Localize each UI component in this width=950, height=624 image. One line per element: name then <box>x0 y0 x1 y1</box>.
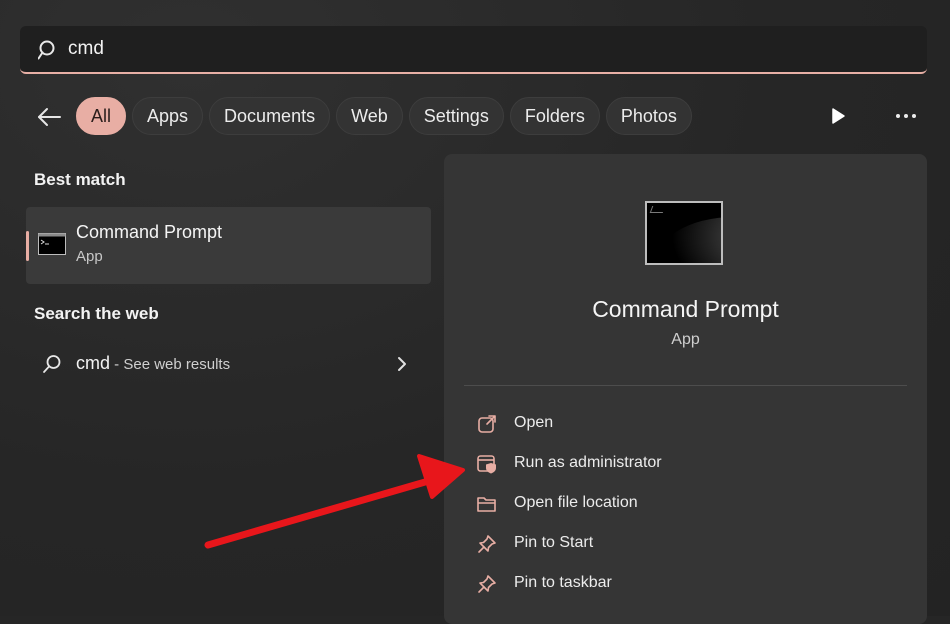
filter-web[interactable]: Web <box>336 97 403 135</box>
command-prompt-icon <box>38 233 66 255</box>
web-result-text: cmd - See web results <box>76 353 230 374</box>
best-match-heading: Best match <box>34 170 126 189</box>
pin-icon <box>478 575 496 593</box>
best-match-type: App <box>76 248 103 265</box>
icon-prompt <box>649 206 666 213</box>
open-external-icon <box>478 415 496 433</box>
filter-folders[interactable]: Folders <box>509 97 600 135</box>
details-app-type: App <box>671 331 700 348</box>
action-pin-to-start-label: Pin to Start <box>514 534 594 551</box>
back-arrow-icon[interactable] <box>36 104 62 130</box>
icon-glow <box>653 217 721 263</box>
folder-icon <box>477 497 496 512</box>
filter-apps[interactable]: Apps <box>132 97 204 135</box>
pin-icon <box>478 535 496 553</box>
more-icon[interactable] <box>892 108 920 124</box>
command-prompt-large-icon <box>645 201 723 265</box>
action-run-as-admin[interactable]: Run as administrator <box>476 449 896 479</box>
web-result-item[interactable]: cmd - See web results <box>26 342 431 386</box>
best-match-name: Command Prompt <box>76 222 223 242</box>
play-icon[interactable] <box>828 106 848 126</box>
filter-photos[interactable]: Photos <box>605 97 692 135</box>
action-run-as-admin-label: Run as administrator <box>514 454 662 471</box>
action-pin-to-taskbar-label: Pin to taskbar <box>514 574 612 591</box>
search-icon <box>43 355 61 373</box>
search-input[interactable] <box>68 36 868 62</box>
search-web-heading: Search the web <box>34 304 159 323</box>
best-match-item[interactable]: Command Prompt App <box>26 207 431 284</box>
filter-settings[interactable]: Settings <box>408 97 504 135</box>
details-app-name: Command Prompt <box>592 296 779 322</box>
filter-documents[interactable]: Documents <box>209 97 331 135</box>
action-open-label: Open <box>514 414 554 431</box>
action-pin-to-start[interactable]: Pin to Start <box>476 529 896 559</box>
filter-all[interactable]: All <box>76 97 127 135</box>
search-icon <box>38 40 55 60</box>
search-bar[interactable] <box>20 26 927 74</box>
divider <box>464 385 907 386</box>
action-open[interactable]: Open <box>476 409 896 439</box>
selection-indicator <box>26 231 29 261</box>
web-result-suffix: - See web results <box>110 356 231 373</box>
action-open-file-location-label: Open file location <box>514 494 638 511</box>
filter-chips: All Apps Documents Web Settings Folders … <box>76 97 692 135</box>
chevron-right-icon[interactable] <box>396 356 408 372</box>
shield-admin-icon <box>477 455 496 474</box>
action-pin-to-taskbar[interactable]: Pin to taskbar <box>476 569 896 599</box>
web-query: cmd <box>76 353 111 373</box>
details-panel: Command Prompt App Open Run as administr… <box>444 154 927 624</box>
action-open-file-location[interactable]: Open file location <box>476 489 896 519</box>
